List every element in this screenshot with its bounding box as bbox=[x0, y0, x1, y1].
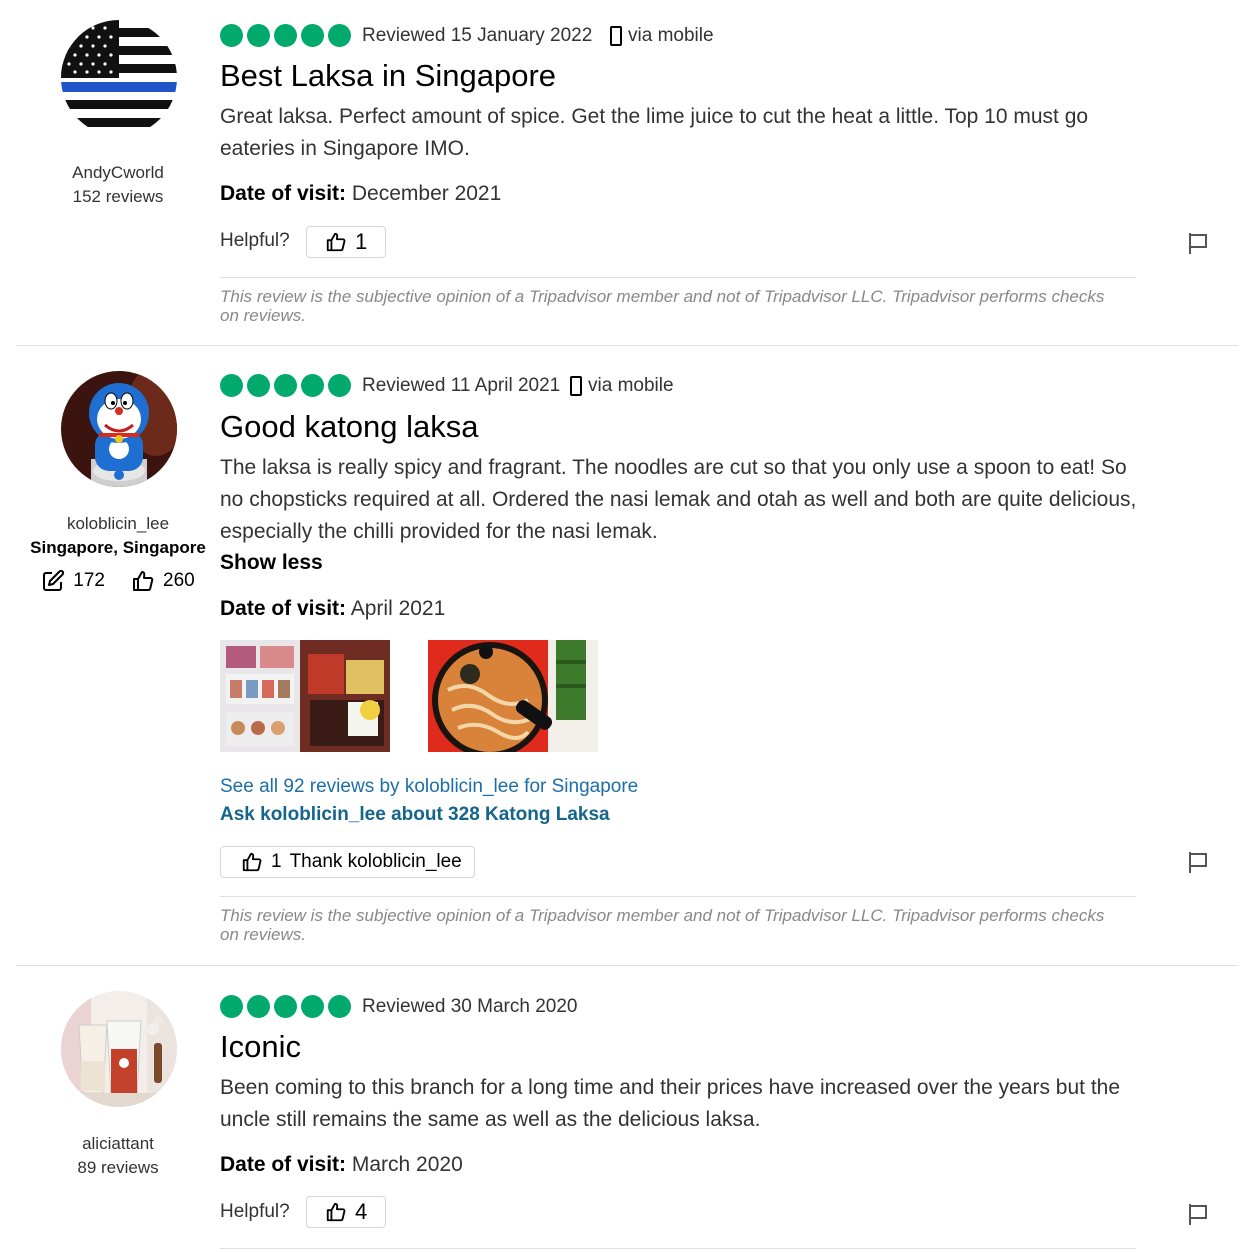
divider bbox=[220, 896, 1136, 897]
thank-label: Thank koloblicin_lee bbox=[289, 851, 462, 872]
avatar[interactable] bbox=[61, 20, 177, 136]
date-of-visit-value: April 2021 bbox=[350, 597, 446, 620]
rating-bubble bbox=[328, 374, 351, 397]
review-title[interactable]: Best Laksa in Singapore bbox=[220, 58, 556, 94]
review-date: Reviewed 15 January 2022 bbox=[362, 25, 593, 46]
via-label: via mobile bbox=[628, 25, 714, 46]
rating-bubble bbox=[274, 995, 297, 1018]
review-date: Reviewed 11 April 2021 bbox=[362, 375, 561, 396]
review-photo[interactable] bbox=[428, 640, 598, 752]
rating-bubble bbox=[220, 995, 243, 1018]
rating-bubble bbox=[301, 24, 324, 47]
review-divider bbox=[16, 345, 1238, 346]
date-of-visit-label: Date of visit: bbox=[220, 182, 347, 205]
via-mobile: via mobile bbox=[570, 375, 674, 397]
avatar[interactable] bbox=[61, 991, 177, 1107]
helpful-label: Helpful? bbox=[220, 230, 290, 251]
rating-bubble bbox=[301, 995, 324, 1018]
rating-bubble bbox=[220, 374, 243, 397]
date-of-visit-value: March 2020 bbox=[351, 1153, 463, 1176]
thank-count: 1 bbox=[271, 851, 282, 872]
reviewer-name[interactable]: koloblicin_lee bbox=[18, 514, 218, 534]
date-of-visit: Date of visit: March 2020 bbox=[220, 1153, 463, 1177]
review-title[interactable]: Iconic bbox=[220, 1029, 301, 1065]
show-less-link[interactable]: Show less bbox=[220, 551, 323, 575]
via-mobile: via mobile bbox=[610, 25, 714, 47]
review-title[interactable]: Good katong laksa bbox=[220, 409, 479, 445]
reviewer-location: Singapore, Singapore bbox=[30, 538, 206, 557]
date-of-visit: Date of visit: December 2021 bbox=[220, 182, 501, 206]
rating-bubbles bbox=[220, 24, 351, 47]
helpful-votes-count: 260 bbox=[163, 570, 195, 591]
rating-bubbles bbox=[220, 995, 351, 1018]
rating-bubbles bbox=[220, 374, 351, 397]
divider bbox=[220, 277, 1136, 278]
ask-reviewer-link[interactable]: Ask koloblicin_lee about 328 Katong Laks… bbox=[220, 804, 610, 826]
review-divider bbox=[16, 965, 1238, 966]
phone-icon bbox=[570, 376, 582, 396]
helpful-label: Helpful? bbox=[220, 1201, 290, 1222]
via-label: via mobile bbox=[588, 375, 674, 396]
review-disclaimer: This review is the subjective opinion of… bbox=[220, 287, 1105, 325]
reviewer-name[interactable]: AndyCworld bbox=[18, 163, 218, 183]
contribution-count: 172 bbox=[73, 570, 105, 591]
flag-icon[interactable] bbox=[1186, 1202, 1210, 1226]
rating-bubble bbox=[301, 374, 324, 397]
flag-icon[interactable] bbox=[1186, 231, 1210, 255]
rating-bubble bbox=[274, 24, 297, 47]
rating-bubble bbox=[328, 995, 351, 1018]
reviewer-review-count: 152 reviews bbox=[72, 187, 164, 206]
review-body: Great laksa. Perfect amount of spice. Ge… bbox=[220, 105, 1089, 160]
review-photo[interactable] bbox=[220, 640, 390, 752]
reviewer-name[interactable]: aliciattant bbox=[18, 1134, 218, 1154]
rating-bubble bbox=[328, 24, 351, 47]
review-body: The laksa is really spicy and fragrant. … bbox=[220, 456, 1137, 543]
edit-icon bbox=[43, 569, 65, 591]
thumbs-up-icon bbox=[326, 1202, 346, 1222]
see-all-reviews-link[interactable]: See all 92 reviews by koloblicin_lee for… bbox=[220, 776, 638, 798]
rating-bubble bbox=[247, 374, 270, 397]
phone-icon bbox=[610, 26, 622, 46]
reviewer-review-count: 89 reviews bbox=[77, 1158, 159, 1177]
date-of-visit-label: Date of visit: bbox=[220, 597, 347, 620]
review-disclaimer: This review is the subjective opinion of… bbox=[220, 906, 1105, 944]
rating-bubble bbox=[247, 24, 270, 47]
helpful-button[interactable]: 4 bbox=[306, 1196, 387, 1228]
date-of-visit-label: Date of visit: bbox=[220, 1153, 347, 1176]
review-body: Been coming to this branch for a long ti… bbox=[220, 1076, 1121, 1131]
thank-button[interactable]: 1 Thank koloblicin_lee bbox=[220, 846, 475, 878]
rating-bubble bbox=[274, 374, 297, 397]
date-of-visit-value: December 2021 bbox=[351, 182, 502, 205]
helpful-count: 4 bbox=[355, 1199, 368, 1224]
thumbs-up-icon bbox=[133, 571, 154, 591]
helpful-button[interactable]: 1 bbox=[306, 226, 387, 258]
flag-icon[interactable] bbox=[1186, 850, 1210, 874]
date-of-visit: Date of visit: April 2021 bbox=[220, 597, 445, 621]
avatar[interactable] bbox=[61, 371, 177, 487]
rating-bubble bbox=[247, 995, 270, 1018]
reviewer-stats: 172 260 bbox=[18, 569, 218, 593]
thumbs-up-icon bbox=[242, 852, 262, 872]
review-date: Reviewed 30 March 2020 bbox=[362, 996, 578, 1017]
divider bbox=[220, 1248, 1136, 1249]
rating-bubble bbox=[220, 24, 243, 47]
helpful-count: 1 bbox=[355, 229, 368, 254]
thumbs-up-icon bbox=[326, 232, 346, 252]
